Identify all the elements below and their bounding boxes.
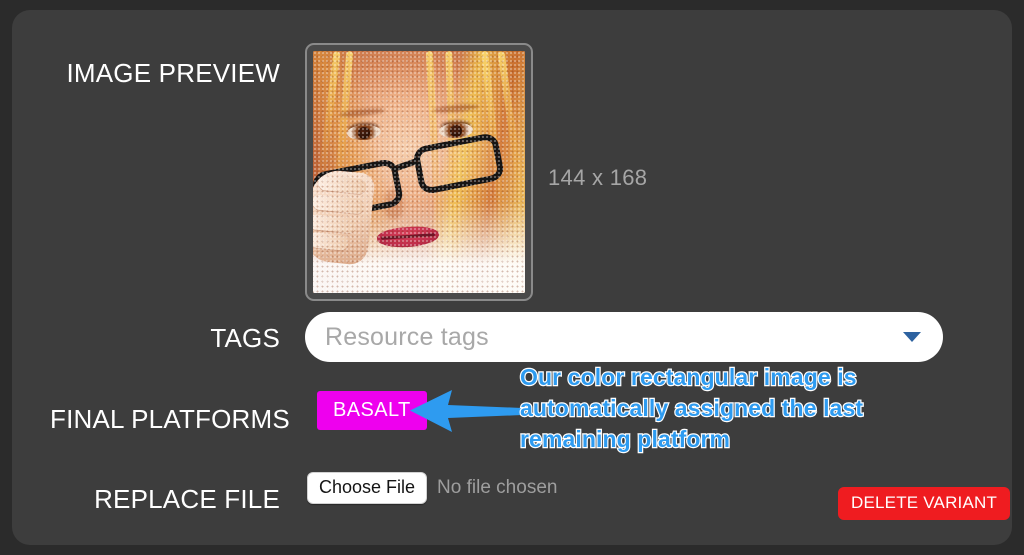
- file-status-text: No file chosen: [437, 476, 558, 498]
- left-arrow-svg: [410, 390, 522, 432]
- stipple-texture-layer: [313, 51, 525, 293]
- image-preview-label: IMAGE PREVIEW: [66, 58, 280, 88]
- tags-placeholder-text: Resource tags: [325, 323, 489, 351]
- chevron-down-icon[interactable]: [903, 332, 921, 342]
- final-platforms-label: FINAL PLATFORMS: [50, 404, 290, 434]
- choose-file-button[interactable]: Choose File: [307, 472, 428, 504]
- screenshot-root: IMAGE PREVIEW 144 x 168 TAGS Resource ta…: [0, 0, 1024, 555]
- image-preview-frame: [305, 43, 533, 301]
- image-dimensions-text: 144 x 168: [548, 165, 648, 190]
- replace-file-label: REPLACE FILE: [94, 484, 280, 514]
- delete-variant-button[interactable]: DELETE VARIANT: [838, 487, 1011, 520]
- left-arrow-icon: [408, 388, 524, 434]
- tags-input[interactable]: Resource tags: [305, 312, 943, 362]
- variant-editor-panel: IMAGE PREVIEW 144 x 168 TAGS Resource ta…: [12, 10, 1012, 545]
- tags-label: TAGS: [210, 323, 280, 353]
- replace-file-input[interactable]: Choose File No file chosen: [307, 472, 557, 504]
- variant-thumbnail-image: [313, 51, 525, 293]
- annotation-text: Our color rectangular image is automatic…: [519, 363, 864, 453]
